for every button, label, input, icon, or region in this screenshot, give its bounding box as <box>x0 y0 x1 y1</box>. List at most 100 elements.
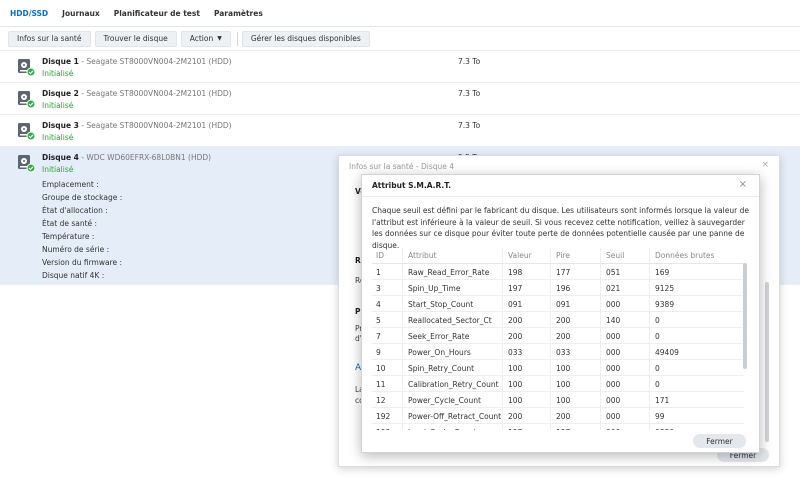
cell-threshold: 000 <box>606 396 621 405</box>
cell-value: 091 <box>508 300 523 309</box>
cell-worst: 196 <box>556 284 571 293</box>
column-header-id[interactable]: ID <box>376 251 384 260</box>
health-info-button[interactable]: Infos sur la santé <box>8 30 91 47</box>
cell-id: 3 <box>376 284 381 293</box>
cell-raw-data: 169 <box>655 268 670 277</box>
detail-label: Groupe de stockage : <box>42 193 123 202</box>
hard-disk-icon <box>18 91 35 108</box>
column-header-value[interactable]: Valeur <box>508 251 532 260</box>
detail-label: État de santé : <box>42 219 98 228</box>
tab-journaux[interactable]: Journaux <box>62 9 100 18</box>
disk-label: Disque 4 <box>42 153 79 162</box>
disk-status: Initialisé <box>42 69 74 78</box>
cell-raw-data: 49409 <box>655 348 679 357</box>
cell-value: 100 <box>508 396 523 405</box>
cell-id: 1 <box>376 268 381 277</box>
cell-worst: 200 <box>556 412 571 421</box>
tab-parametres[interactable]: Paramètres <box>214 9 263 18</box>
cell-raw-data: 0 <box>655 364 660 373</box>
cell-worst: 177 <box>556 268 571 277</box>
smart-dialog-title: Attribut S.M.A.R.T. <box>372 181 452 190</box>
cell-raw-data: 0 <box>655 380 660 389</box>
cell-attribute: Start_Stop_Count <box>408 300 474 309</box>
cell-id: 10 <box>376 364 386 373</box>
cell-id: 193 <box>376 428 390 430</box>
table-row[interactable]: 192 Power-Off_Retract_Count 200 200 000 99 <box>372 408 744 424</box>
cell-id: 9 <box>376 348 381 357</box>
cell-raw-data: 0 <box>655 316 660 325</box>
disk-row[interactable]: Disque 3 - Seagate ST8000VN004-2M2101 (H… <box>0 115 800 147</box>
cell-worst: 100 <box>556 364 571 373</box>
column-header-worst[interactable]: Pire <box>556 251 570 260</box>
manage-disks-button[interactable]: Gérer les disques disponibles <box>241 30 370 47</box>
cell-threshold: 000 <box>606 412 621 421</box>
table-row[interactable]: 4 Start_Stop_Count 091 091 000 9389 <box>372 296 744 312</box>
toolbar-divider <box>236 31 238 46</box>
close-icon[interactable]: × <box>739 179 747 190</box>
table-row[interactable]: 10 Spin_Retry_Count 100 100 000 0 <box>372 360 744 376</box>
cell-value: 200 <box>508 316 523 325</box>
cell-threshold: 000 <box>606 364 621 373</box>
cell-attribute: Power_On_Hours <box>408 348 471 357</box>
table-row[interactable]: 5 Reallocated_Sector_Ct 200 200 140 0 <box>372 312 744 328</box>
cell-worst: 200 <box>556 332 571 341</box>
disk-model: - WDC WD60EFRX-68L0BN1 (HDD) <box>78 153 212 162</box>
table-row[interactable]: 9 Power_On_Hours 033 033 000 49409 <box>372 344 744 360</box>
close-icon[interactable]: × <box>761 160 769 170</box>
table-row[interactable]: 11 Calibration_Retry_Count 100 100 000 0 <box>372 376 744 392</box>
detail-label: Version du firmware : <box>42 258 123 267</box>
disk-name: Disque 4 - WDC WD60EFRX-68L0BN1 (HDD) <box>42 153 211 162</box>
cell-id: 4 <box>376 300 381 309</box>
disk-label: Disque 3 <box>42 121 79 130</box>
disk-size: 7.3 To <box>458 57 481 66</box>
cell-attribute: Spin_Up_Time <box>408 284 461 293</box>
column-header-attribute[interactable]: Attribut <box>408 251 437 260</box>
cell-threshold: 000 <box>606 428 620 430</box>
cell-worst: 100 <box>556 380 571 389</box>
table-row[interactable]: 3 Spin_Up_Time 197 196 021 9125 <box>372 280 744 296</box>
disk-label: Disque 2 <box>42 89 79 98</box>
disk-status: Initialisé <box>42 133 74 142</box>
cell-attribute: Seek_Error_Rate <box>408 332 470 341</box>
cell-threshold: 000 <box>606 332 621 341</box>
table-row[interactable]: 12 Power_Cycle_Count 100 100 000 171 <box>372 392 744 408</box>
disk-row[interactable]: Disque 2 - Seagate ST8000VN004-2M2101 (H… <box>0 83 800 115</box>
cell-raw-data: 9125 <box>655 284 675 293</box>
cell-raw-data: 9389 <box>655 300 675 309</box>
tab-hdd-ssd[interactable]: HDD/SSD <box>10 9 48 18</box>
table-row[interactable]: 7 Seek_Error_Rate 200 200 000 0 <box>372 328 744 344</box>
tab-planificateur[interactable]: Planificateur de test <box>114 9 200 18</box>
cell-id: 11 <box>376 380 386 389</box>
cell-value: 197 <box>508 428 522 430</box>
cell-threshold: 000 <box>606 348 621 357</box>
cell-attribute: Reallocated_Sector_Ct <box>408 316 492 325</box>
cell-attribute: Calibration_Retry_Count <box>408 380 499 389</box>
disk-model: - Seagate ST8000VN004-2M2101 (HDD) <box>78 89 232 98</box>
scrollbar[interactable] <box>743 263 747 369</box>
cell-attribute: Power-Off_Retract_Count <box>408 412 502 421</box>
table-header: ID Attribut Valeur Pire Seuil Données br… <box>372 248 744 264</box>
cell-value: 100 <box>508 380 523 389</box>
cell-raw-data: 0 <box>655 332 660 341</box>
column-header-raw-data[interactable]: Données brutes <box>655 251 714 260</box>
cell-value: 100 <box>508 364 523 373</box>
table-row[interactable]: 193 Load_Cycle_Count 197 197 000 9889 <box>372 424 744 430</box>
cell-worst: 100 <box>556 396 571 405</box>
find-disk-button[interactable]: Trouver le disque <box>94 30 177 47</box>
hard-disk-icon <box>18 155 35 172</box>
action-dropdown[interactable]: Action ▼ <box>180 30 231 47</box>
column-header-threshold[interactable]: Seuil <box>606 251 624 260</box>
cell-raw-data: 171 <box>655 396 670 405</box>
disk-model: - Seagate ST8000VN004-2M2101 (HDD) <box>78 121 232 130</box>
hard-disk-icon <box>18 123 35 140</box>
close-button[interactable]: Fermer <box>693 434 746 448</box>
cell-value: 200 <box>508 332 523 341</box>
health-dialog-title: Infos sur la santé - Disque 4 <box>349 162 455 171</box>
cell-worst: 197 <box>556 428 570 430</box>
detail-label: État d'allocation : <box>42 206 108 215</box>
table-row[interactable]: 1 Raw_Read_Error_Rate 198 177 051 169 <box>372 264 744 280</box>
toolbar: Infos sur la santé Trouver le disque Act… <box>0 27 800 51</box>
divider <box>362 196 759 197</box>
disk-row[interactable]: Disque 1 - Seagate ST8000VN004-2M2101 (H… <box>0 51 800 83</box>
scrollbar[interactable] <box>765 282 769 442</box>
